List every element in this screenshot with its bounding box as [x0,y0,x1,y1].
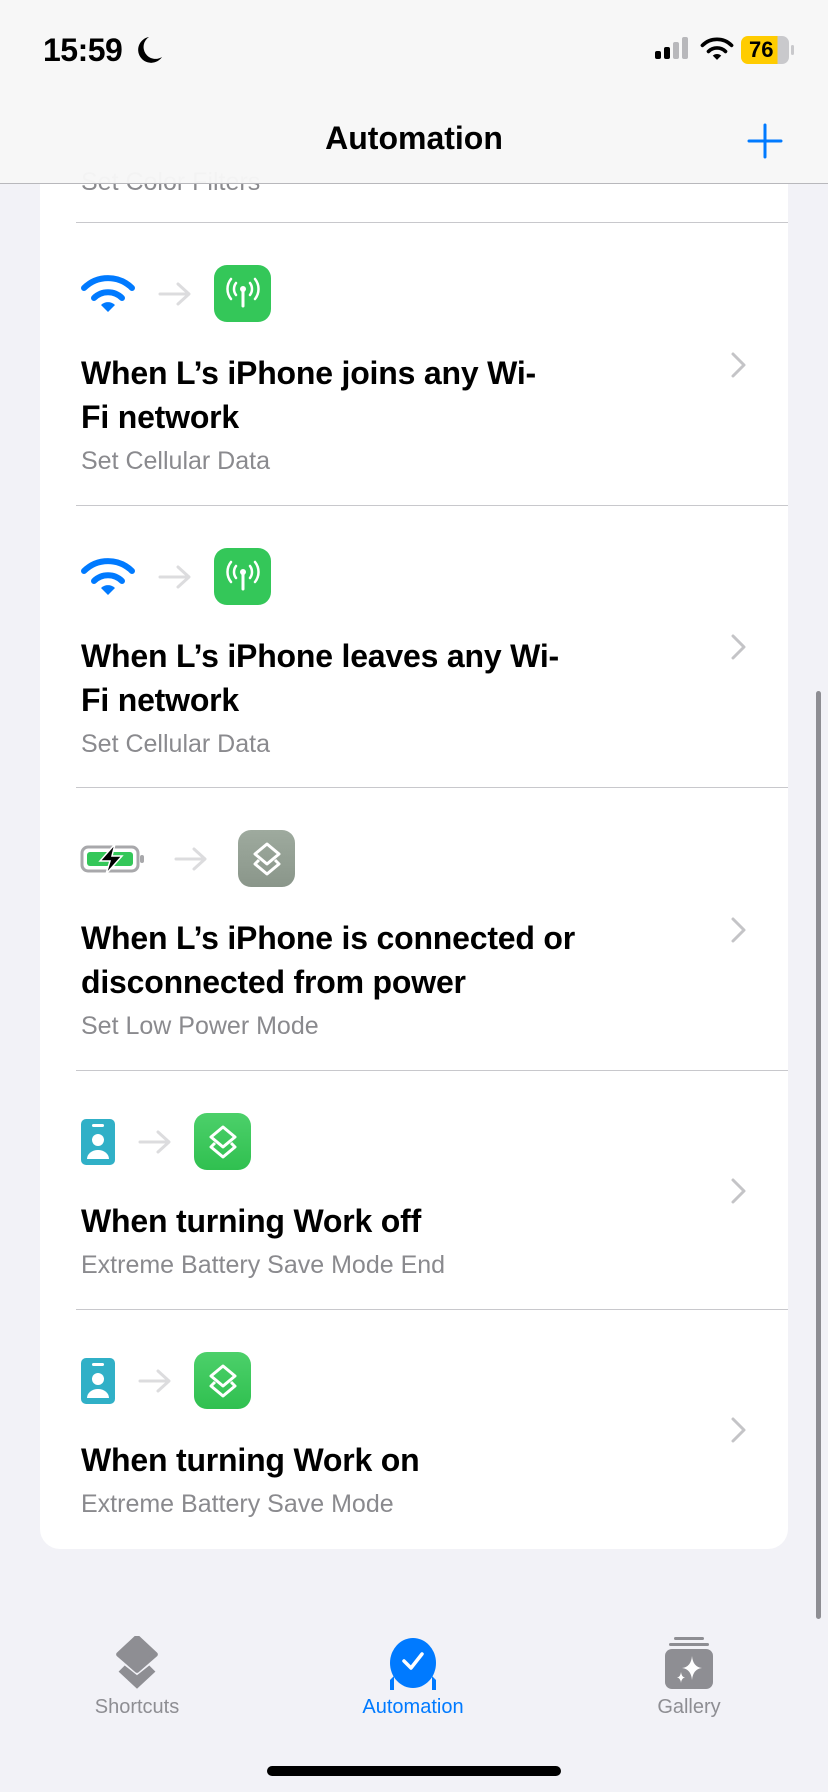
shortcuts-icon [194,1352,251,1409]
home-indicator [267,1766,561,1776]
shortcuts-tab-icon [116,1636,158,1689]
cellular-icon [214,265,271,322]
tab-label: Automation [362,1696,464,1718]
wifi-icon [80,557,136,597]
cellular-signal-icon [655,37,688,59]
row-title-line: When turning Work on [81,1442,420,1478]
row-title-line: disconnected from power [81,964,466,1000]
arrow-right-icon [158,565,192,589]
row-title-line: When L’s iPhone is connected or [81,920,576,956]
row-subtitle: Set Low Power Mode [81,1012,319,1040]
tab-automation[interactable]: Automation [323,1636,503,1719]
tab-gallery[interactable]: Gallery [599,1636,779,1719]
list-item-automation[interactable]: When L’s iPhone joins any Wi- Fi network S… [40,223,788,506]
arrow-right-icon [138,1130,172,1154]
work-focus-icon [80,1357,116,1405]
battery-charging-icon [80,843,146,875]
row-title-line: Fi network [81,682,240,718]
list-item-automation[interactable]: When L’s iPhone is connected or disconnec… [40,788,788,1071]
shortcuts-icon [194,1113,251,1170]
wifi-status-icon [700,37,734,60]
arrow-right-icon [158,282,192,306]
chevron-right-icon [728,632,750,662]
shortcuts-icon [238,830,295,887]
arrow-right-icon [138,1369,172,1393]
arrow-right-icon [174,847,208,871]
chevron-right-icon [728,350,750,380]
row-title-line: Fi network [81,399,240,435]
status-time: 15:59 [43,32,123,68]
row-title-line: When L’s iPhone joins any Wi- [81,355,536,391]
moon-icon [138,37,162,63]
tab-label: Gallery [657,1696,721,1718]
battery-cap [791,45,794,55]
row-title-line: When L’s iPhone leaves any Wi- [81,638,559,674]
automation-tab-icon [390,1638,436,1690]
row-subtitle: Set Cellular Data [81,447,270,475]
list-item-automation[interactable]: When L’s iPhone leaves any Wi- Fi network… [40,506,788,788]
chevron-right-icon [728,1415,750,1445]
battery-level: 76 [749,37,774,62]
gallery-tab-icon [665,1637,713,1689]
row-subtitle: Extreme Battery Save Mode End [81,1251,446,1279]
navigation-bar: 15:59 76 Automation [0,0,828,184]
battery-indicator: 76 [741,36,789,64]
row-subtitle: Extreme Battery Save Mode [81,1490,394,1518]
cellular-icon [214,548,271,605]
page-title: Automation [325,120,503,156]
plus-icon[interactable] [747,123,783,159]
row-subtitle: Set Cellular Data [81,730,270,758]
wifi-icon [80,274,136,314]
scrollbar[interactable] [816,691,821,1619]
row-title-line: When turning Work off [81,1203,422,1239]
tab-label: Shortcuts [94,1696,180,1718]
chevron-right-icon [728,1176,750,1206]
list-item-automation[interactable]: When turning Work on Extreme Battery Save… [40,1310,788,1549]
tab-shortcuts[interactable]: Shortcuts [47,1636,227,1719]
chevron-right-icon [728,915,750,945]
work-focus-icon [80,1118,116,1166]
list-item-automation[interactable]: When turning Work off Extreme Battery Sav… [40,1071,788,1310]
